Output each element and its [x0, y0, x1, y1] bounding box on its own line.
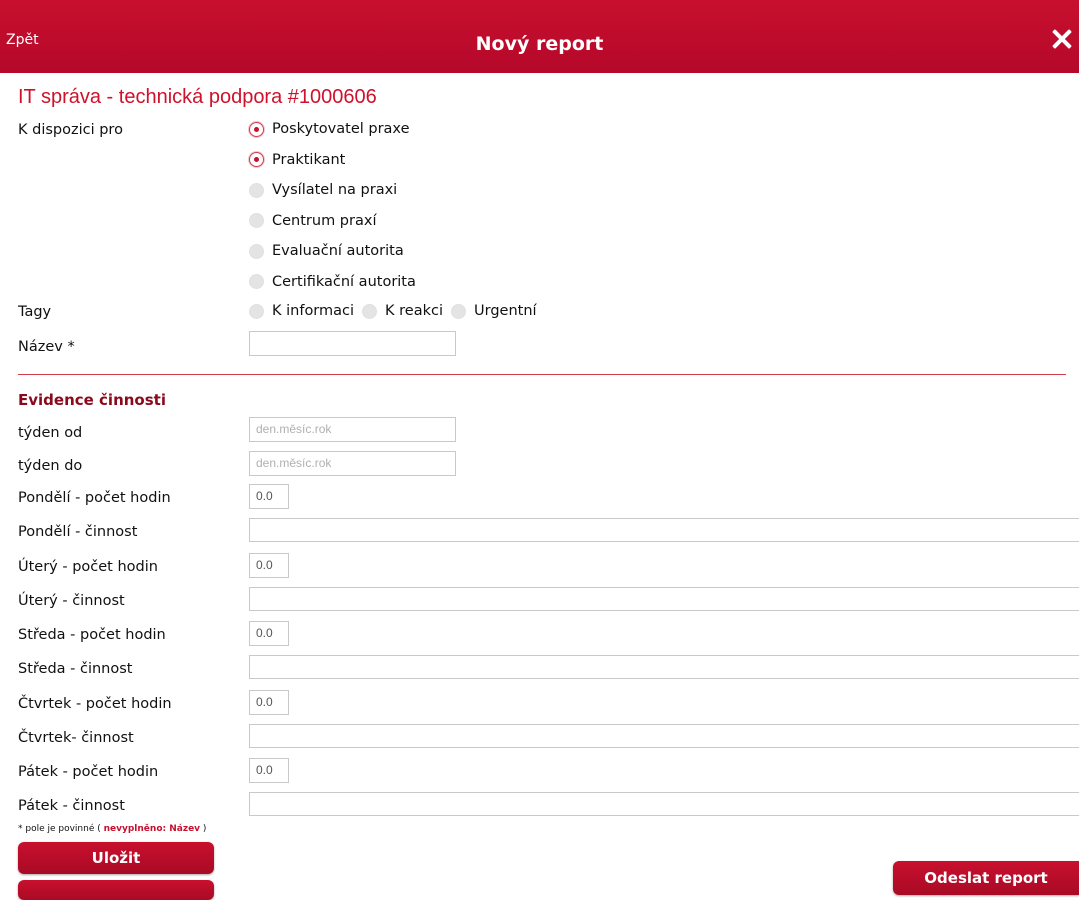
week-to-input[interactable]: den.měsíc.rok: [249, 451, 456, 476]
radio-button[interactable]: [249, 274, 264, 289]
radio-button[interactable]: [249, 303, 264, 319]
tag-option-label: K reakci: [385, 303, 443, 319]
tag-option[interactable]: K informaci: [249, 303, 354, 319]
radio-button[interactable]: [249, 121, 264, 137]
availability-option[interactable]: Praktikant: [249, 152, 345, 168]
day-hours-label: Pondělí - počet hodin: [18, 490, 171, 506]
divider: [18, 374, 1066, 375]
day-activity-input[interactable]: [249, 792, 1079, 816]
day-hours-input[interactable]: 0.0: [249, 758, 289, 783]
tag-option[interactable]: K reakci: [362, 303, 443, 319]
availability-label: K dispozici pro: [18, 122, 123, 138]
availability-option-label: Certifikační autorita: [272, 273, 416, 290]
availability-option[interactable]: Vysílatel na praxi: [249, 182, 397, 198]
radio-button[interactable]: [362, 303, 378, 319]
day-hours-input[interactable]: 0.0: [249, 621, 289, 646]
week-to-label: týden do: [18, 458, 83, 474]
day-hours-input[interactable]: 0.0: [249, 689, 289, 715]
secondary-button[interactable]: [18, 880, 214, 900]
day-hours-input[interactable]: 0.0: [249, 484, 289, 509]
send-report-button[interactable]: Odeslat report: [893, 861, 1079, 895]
close-icon[interactable]: [1049, 26, 1075, 52]
required-note-suffix: ): [202, 824, 207, 834]
day-hours-label: Čtvrtek - počet hodin: [18, 695, 172, 712]
day-activity-input[interactable]: [249, 586, 1079, 611]
day-activity-input[interactable]: [249, 723, 1079, 748]
availability-option[interactable]: Poskytovatel praxe: [249, 121, 410, 137]
radio-button[interactable]: [451, 303, 466, 319]
availability-option[interactable]: Certifikační autorita: [249, 274, 416, 290]
tag-option-label: K informaci: [272, 303, 355, 319]
tag-option[interactable]: Urgentní: [451, 303, 537, 319]
availability-option-label: Praktikant: [272, 151, 346, 168]
day-activity-label: Pátek - činnost: [18, 798, 125, 814]
name-input[interactable]: [249, 331, 456, 356]
availability-option-label: Poskytovatel praxe: [272, 121, 410, 137]
section-title: Evidence činnosti: [18, 391, 166, 409]
modal-title: Nový report: [475, 33, 604, 55]
availability-option[interactable]: Centrum praxí: [249, 213, 376, 229]
modal-header: Zpět Nový report: [0, 0, 1079, 73]
day-hours-label: Středa - počet hodin: [18, 627, 166, 643]
required-note-prefix: * pole je povinné (: [18, 824, 101, 834]
radio-button[interactable]: [249, 182, 264, 198]
availability-option-label: Evaluační autorita: [272, 243, 404, 259]
week-from-input[interactable]: den.měsíc.rok: [249, 417, 456, 442]
day-activity-input[interactable]: [249, 655, 1079, 679]
radio-button[interactable]: [249, 213, 264, 228]
day-hours-label: Pátek - počet hodin: [18, 764, 159, 780]
required-note-missing: nevyplněno: Název: [103, 824, 201, 834]
radio-button[interactable]: [249, 152, 264, 167]
availability-option-label: Centrum praxí: [272, 212, 377, 229]
tag-options: K informaci K reakci Urgentní: [249, 303, 545, 319]
day-activity-label: Čtvrtek- činnost: [18, 729, 134, 746]
name-label: Název *: [18, 339, 75, 355]
tag-option-label: Urgentní: [474, 303, 537, 319]
day-activity-label: Úterý - činnost: [18, 592, 125, 609]
day-activity-label: Pondělí - činnost: [18, 524, 138, 540]
radio-button[interactable]: [249, 243, 264, 259]
day-activity-input[interactable]: [249, 518, 1079, 542]
availability-option-label: Vysílatel na praxi: [272, 182, 398, 198]
tags-label: Tagy: [18, 304, 52, 320]
day-hours-input[interactable]: 0.0: [249, 552, 289, 578]
required-note: * pole je povinné ( nevyplněno: Název ): [18, 824, 206, 834]
save-button[interactable]: Uložit: [18, 842, 214, 874]
day-hours-label: Úterý - počet hodin: [18, 558, 158, 575]
day-activity-label: Středa - činnost: [18, 661, 133, 677]
availability-option[interactable]: Evaluační autorita: [249, 243, 404, 259]
page-title: IT správa - technická podpora #1000606: [18, 86, 377, 108]
week-from-label: týden od: [18, 425, 83, 441]
